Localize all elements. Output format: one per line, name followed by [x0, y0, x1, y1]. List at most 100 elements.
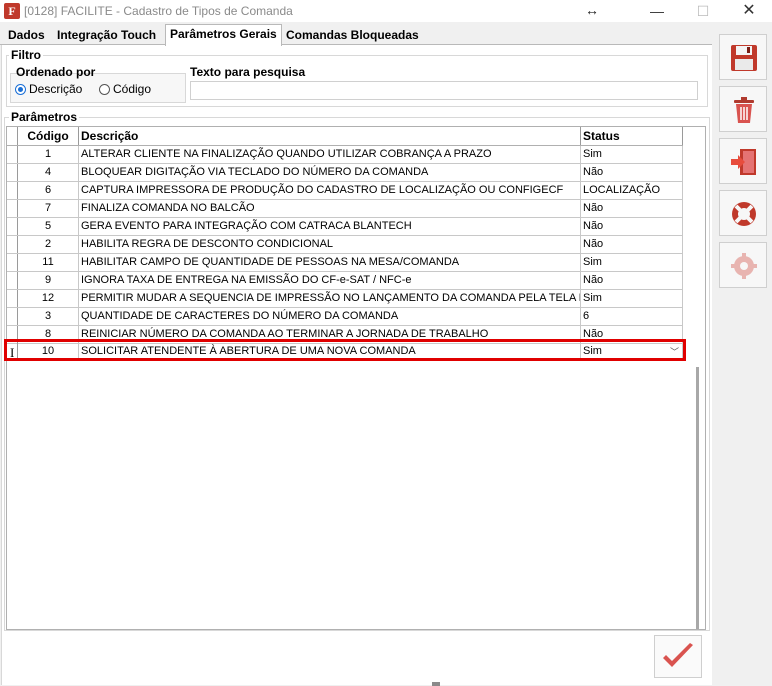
row-indicator	[7, 164, 18, 181]
cell-codigo[interactable]: 11	[18, 254, 79, 271]
row-indicator	[7, 146, 18, 163]
checkmark-icon	[663, 643, 693, 667]
table-row[interactable]: 11 HABILITAR CAMPO DE QUANTIDADE DE PESS…	[7, 254, 683, 272]
header-indicator	[7, 127, 18, 145]
cell-codigo[interactable]: 4	[18, 164, 79, 181]
scrollbar-thumb[interactable]	[696, 367, 699, 629]
minimize-button[interactable]: —	[634, 0, 680, 22]
cell-status[interactable]: Não	[581, 236, 683, 253]
table-row-selected[interactable]: 10 SOLICITAR ATENDENTE À ABERTURA DE UMA…	[7, 343, 683, 361]
cell-codigo[interactable]: 12	[18, 290, 79, 307]
floppy-disk-icon	[731, 45, 757, 71]
cell-status[interactable]: LOCALIZAÇÃO	[581, 182, 683, 199]
confirm-button[interactable]	[654, 635, 702, 678]
text-cursor-icon: I	[10, 345, 15, 360]
table-row[interactable]: 12 PERMITIR MUDAR A SEQUENCIA DE IMPRESS…	[7, 290, 683, 308]
cell-descricao[interactable]: BLOQUEAR DIGITAÇÃO VIA TECLADO DO NÚMERO…	[79, 164, 581, 181]
cell-status[interactable]: Não	[581, 272, 683, 289]
settings-button	[719, 242, 767, 288]
cell-status[interactable]: 6	[581, 308, 683, 325]
table-row[interactable]: 8 REINICIAR NÚMERO DA COMANDA AO TERMINA…	[7, 326, 683, 344]
app-icon[interactable]: F	[4, 3, 20, 19]
row-indicator	[7, 308, 18, 325]
cell-codigo[interactable]: 7	[18, 200, 79, 217]
cell-status[interactable]: Não	[581, 218, 683, 235]
table-row[interactable]: 2 HABILITA REGRA DE DESCONTO CONDICIONAL…	[7, 236, 683, 254]
radio-codigo-label: Código	[113, 82, 152, 96]
header-status[interactable]: Status	[581, 127, 683, 145]
cell-status[interactable]: Sim	[581, 254, 683, 271]
cell-descricao[interactable]: REINICIAR NÚMERO DA COMANDA AO TERMINAR …	[79, 326, 581, 343]
delete-button[interactable]	[719, 86, 767, 132]
cell-descricao[interactable]: PERMITIR MUDAR A SEQUENCIA DE IMPRESSÃO …	[79, 290, 581, 307]
cell-status[interactable]: Não	[581, 164, 683, 181]
row-indicator	[7, 200, 18, 217]
tab-dados[interactable]: Dados	[4, 26, 49, 44]
window-title: [0128] FACILITE - Cadastro de Tipos de C…	[24, 4, 293, 18]
cell-descricao[interactable]: SOLICITAR ATENDENTE À ABERTURA DE UMA NO…	[79, 343, 581, 360]
cell-codigo[interactable]: 2	[18, 236, 79, 253]
grid-header: Código Descrição Status	[7, 127, 683, 146]
cell-descricao[interactable]: GERA EVENTO PARA INTEGRAÇÃO COM CATRACA …	[79, 218, 581, 235]
tab-parametros-gerais[interactable]: Parâmetros Gerais	[165, 24, 282, 46]
parametros-label: Parâmetros	[9, 110, 80, 124]
resize-grip[interactable]	[432, 682, 440, 686]
cell-codigo[interactable]: 8	[18, 326, 79, 343]
row-indicator	[7, 272, 18, 289]
cell-codigo[interactable]: 6	[18, 182, 79, 199]
cell-descricao[interactable]: CAPTURA IMPRESSORA DE PRODUÇÃO DO CADAST…	[79, 182, 581, 199]
cell-status[interactable]: Sim	[581, 290, 683, 307]
cell-status[interactable]: Não	[581, 326, 683, 343]
radio-selected-icon[interactable]	[15, 83, 26, 95]
table-row[interactable]: 1 ALTERAR CLIENTE NA FINALIZAÇÃO QUANDO …	[7, 146, 683, 164]
row-indicator	[7, 236, 18, 253]
header-codigo[interactable]: Código	[18, 127, 79, 145]
lifebuoy-icon	[732, 202, 756, 226]
search-input[interactable]	[190, 81, 698, 100]
tab-strip: Dados Integração Touch Parâmetros Gerais…	[0, 24, 712, 46]
tab-integracao-touch[interactable]: Integração Touch	[53, 26, 160, 44]
chevron-down-icon[interactable]: ﹀	[670, 344, 679, 360]
parameters-grid[interactable]: Código Descrição Status 1 ALTERAR CLIENT…	[6, 126, 706, 630]
exit-button[interactable]	[719, 138, 767, 184]
table-row[interactable]: 9 IGNORA TAXA DE ENTREGA NA EMISSÃO DO C…	[7, 272, 683, 290]
row-indicator	[7, 182, 18, 199]
cell-descricao[interactable]: FINALIZA COMANDA NO BALCÃO	[79, 200, 581, 217]
tab-comandas-bloqueadas[interactable]: Comandas Bloqueadas	[282, 26, 423, 44]
row-indicator	[7, 290, 18, 307]
cell-status[interactable]: Sim	[581, 146, 683, 163]
resize-cursor-icon: ↔	[585, 2, 599, 18]
table-row[interactable]: 7 FINALIZA COMANDA NO BALCÃO Não	[7, 200, 683, 218]
save-button[interactable]	[719, 34, 767, 80]
close-button[interactable]: ✕	[726, 0, 772, 22]
radio-codigo[interactable]: Código	[99, 81, 151, 97]
title-bar[interactable]: F [0128] FACILITE - Cadastro de Tipos de…	[0, 0, 772, 22]
row-indicator	[7, 326, 18, 343]
header-descricao[interactable]: Descrição	[79, 127, 581, 145]
vertical-scrollbar[interactable]	[692, 145, 704, 629]
status-dropdown[interactable]: Sim ﹀	[581, 343, 683, 360]
cell-codigo[interactable]: 3	[18, 308, 79, 325]
table-row[interactable]: 6 CAPTURA IMPRESSORA DE PRODUÇÃO DO CADA…	[7, 182, 683, 200]
row-indicator	[7, 254, 18, 271]
radio-descricao-label: Descrição	[29, 82, 83, 96]
table-row[interactable]: 5 GERA EVENTO PARA INTEGRAÇÃO COM CATRAC…	[7, 218, 683, 236]
cell-descricao[interactable]: IGNORA TAXA DE ENTREGA NA EMISSÃO DO CF-…	[79, 272, 581, 289]
cell-descricao[interactable]: ALTERAR CLIENTE NA FINALIZAÇÃO QUANDO UT…	[79, 146, 581, 163]
cell-descricao[interactable]: HABILITAR CAMPO DE QUANTIDADE DE PESSOAS…	[79, 254, 581, 271]
help-button[interactable]	[719, 190, 767, 236]
table-row[interactable]: 4 BLOQUEAR DIGITAÇÃO VIA TECLADO DO NÚME…	[7, 164, 683, 182]
radio-unselected-icon[interactable]	[99, 83, 110, 95]
exit-door-icon	[731, 149, 756, 175]
table-row[interactable]: 3 QUANTIDADE DE CARACTERES DO NÚMERO DA …	[7, 308, 683, 326]
radio-descricao[interactable]: Descrição	[15, 81, 82, 97]
cell-codigo[interactable]: 10	[18, 343, 79, 360]
cell-descricao[interactable]: QUANTIDADE DE CARACTERES DO NÚMERO DA CO…	[79, 308, 581, 325]
search-label: Texto para pesquisa	[190, 65, 306, 79]
cell-codigo[interactable]: 1	[18, 146, 79, 163]
cell-codigo[interactable]: 9	[18, 272, 79, 289]
cell-codigo[interactable]: 5	[18, 218, 79, 235]
cell-status[interactable]: Não	[581, 200, 683, 217]
trash-can-icon	[734, 97, 754, 123]
cell-descricao[interactable]: HABILITA REGRA DE DESCONTO CONDICIONAL	[79, 236, 581, 253]
